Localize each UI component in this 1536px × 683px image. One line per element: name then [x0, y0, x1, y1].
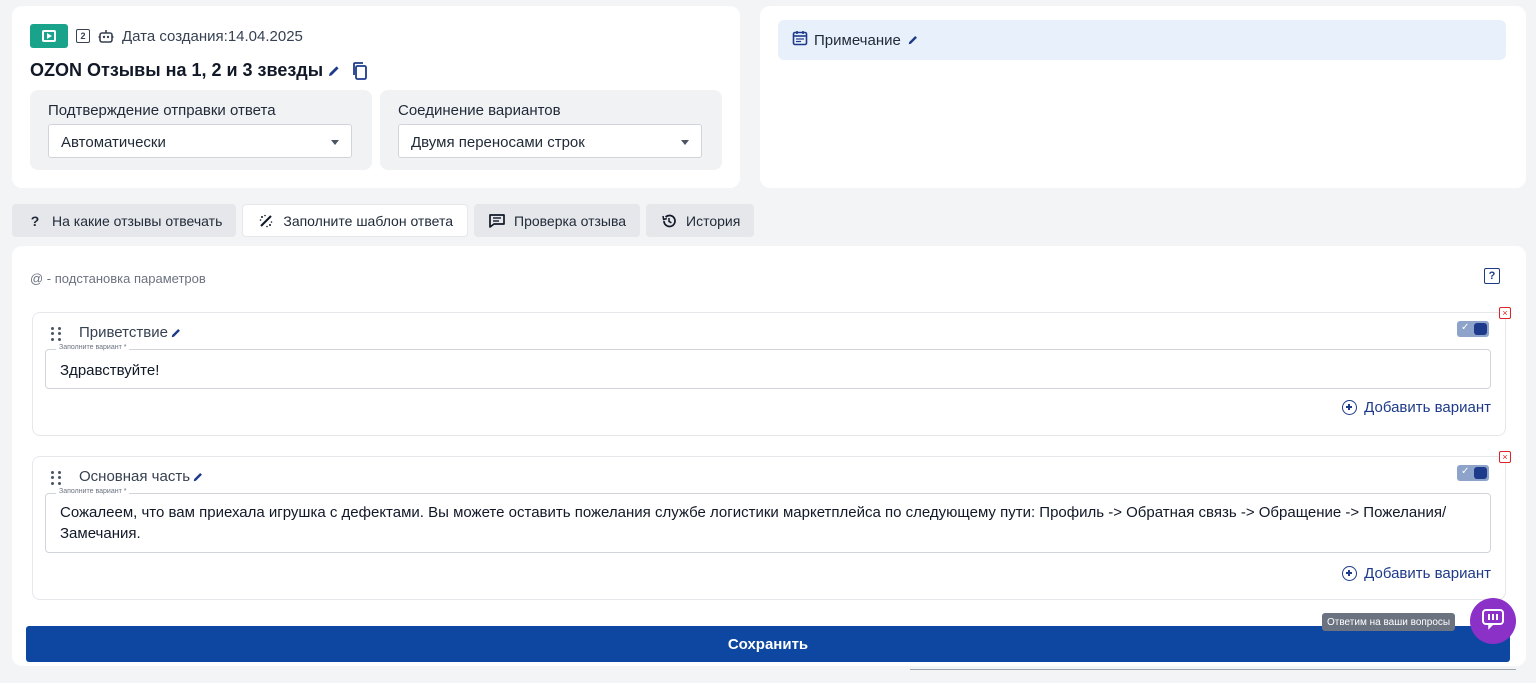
caret-down-icon [331, 140, 339, 145]
join-variants-panel: Соединение вариантов Двумя переносами ст… [380, 90, 722, 170]
substitution-hint: @ - подстановка параметров [30, 271, 206, 286]
block-enabled-toggle[interactable]: ✓ [1457, 465, 1489, 481]
drag-handle-icon[interactable] [51, 327, 61, 341]
tab-fill-template[interactable]: Заполните шаблон ответа [242, 204, 468, 237]
template-info-card: 2 Дата создания:14.04.2025 OZON Отзывы н… [12, 6, 740, 188]
question-icon: ? [30, 212, 40, 229]
calendar-icon [792, 30, 808, 51]
template-title: OZON Отзывы на 1, 2 и 3 звезды [30, 60, 324, 80]
edit-block-pencil-icon[interactable] [170, 326, 184, 340]
meta-row: 2 Дата создания:14.04.2025 [30, 24, 303, 48]
block-greeting: Приветствие ✓ × Заполните вариант * Здра… [32, 307, 1511, 436]
caret-down-icon [681, 140, 689, 145]
variant-field[interactable]: Заполните вариант * Сожалеем, что вам пр… [45, 488, 1491, 553]
variant-field[interactable]: Заполните вариант * Здравствуйте! [45, 344, 1491, 389]
history-icon [660, 212, 678, 230]
tab-which-reviews[interactable]: ? На какие отзывы отвечать [12, 204, 237, 237]
note-card: Примечание [760, 6, 1526, 188]
chat-bubble-icon [1481, 608, 1505, 635]
edit-block-pencil-icon[interactable] [192, 470, 206, 484]
robot-icon [98, 29, 114, 43]
edit-note-pencil-icon[interactable] [907, 33, 921, 47]
copy-icon[interactable] [351, 61, 369, 81]
join-variants-value: Двумя переносами строк [411, 134, 585, 151]
delete-block-close-icon[interactable]: × [1499, 307, 1511, 319]
block-title: Приветствие [79, 324, 184, 341]
block-title: Основная часть [79, 468, 206, 485]
block-title-text: Основная часть [79, 468, 191, 485]
variant-value: Сожалеем, что вам приехала игрушка с деф… [60, 504, 1447, 542]
help-icon[interactable]: ? [1484, 268, 1500, 284]
join-variants-label: Соединение вариантов [398, 102, 561, 119]
check-icon: ✓ [1461, 466, 1470, 477]
magic-wand-icon [257, 212, 275, 230]
edit-title-pencil-icon[interactable] [327, 64, 341, 78]
play-box-icon[interactable] [30, 24, 68, 48]
tab-label: Проверка отзыва [514, 212, 627, 229]
comment-icon [488, 212, 506, 230]
add-variant-label: Добавить вариант [1364, 399, 1491, 416]
confirm-send-panel: Подтверждение отправки ответа Автоматиче… [30, 90, 372, 170]
block-main-part: Основная часть ✓ × Заполните вариант * С… [32, 451, 1511, 600]
confirm-send-select[interactable]: Автоматически [48, 124, 352, 158]
add-variant-button[interactable]: Добавить вариант [1342, 565, 1491, 582]
delete-block-close-icon[interactable]: × [1499, 451, 1511, 463]
divider [910, 669, 1516, 670]
creation-date: Дата создания:14.04.2025 [122, 27, 303, 45]
tab-review-check[interactable]: Проверка отзыва [474, 204, 641, 237]
note-bar[interactable]: Примечание [778, 20, 1506, 60]
plus-circle-icon [1342, 400, 1358, 415]
confirm-send-label: Подтверждение отправки ответа [48, 102, 276, 119]
add-variant-label: Добавить вариант [1364, 565, 1491, 582]
plus-circle-icon [1342, 566, 1358, 581]
variant-field-label: Заполните вариант * [56, 488, 130, 495]
tab-label: Заполните шаблон ответа [283, 212, 453, 229]
save-button[interactable]: Сохранить [26, 626, 1510, 662]
note-label: Примечание [814, 31, 901, 49]
variant-value: Здравствуйте! [60, 362, 160, 379]
tab-bar: ? На какие отзывы отвечать Заполните шаб… [12, 204, 755, 237]
tab-history[interactable]: История [646, 204, 755, 237]
variant-field-label: Заполните вариант * [56, 344, 130, 351]
template-editor: @ - подстановка параметров ? Приветствие… [12, 246, 1526, 666]
check-icon: ✓ [1461, 322, 1470, 333]
add-variant-button[interactable]: Добавить вариант [1342, 399, 1491, 416]
join-variants-select[interactable]: Двумя переносами строк [398, 124, 702, 158]
drag-handle-icon[interactable] [51, 471, 61, 485]
chat-tooltip: Ответим на ваши вопросы [1322, 613, 1456, 631]
number-badge-icon: 2 [76, 29, 90, 43]
block-title-text: Приветствие [79, 324, 168, 341]
title-row: OZON Отзывы на 1, 2 и 3 звезды [30, 60, 369, 81]
confirm-send-value: Автоматически [61, 134, 166, 151]
block-enabled-toggle[interactable]: ✓ [1457, 321, 1489, 337]
chat-button[interactable] [1470, 598, 1516, 644]
tab-label: История [686, 212, 741, 229]
tab-label: На какие отзывы отвечать [52, 212, 223, 229]
